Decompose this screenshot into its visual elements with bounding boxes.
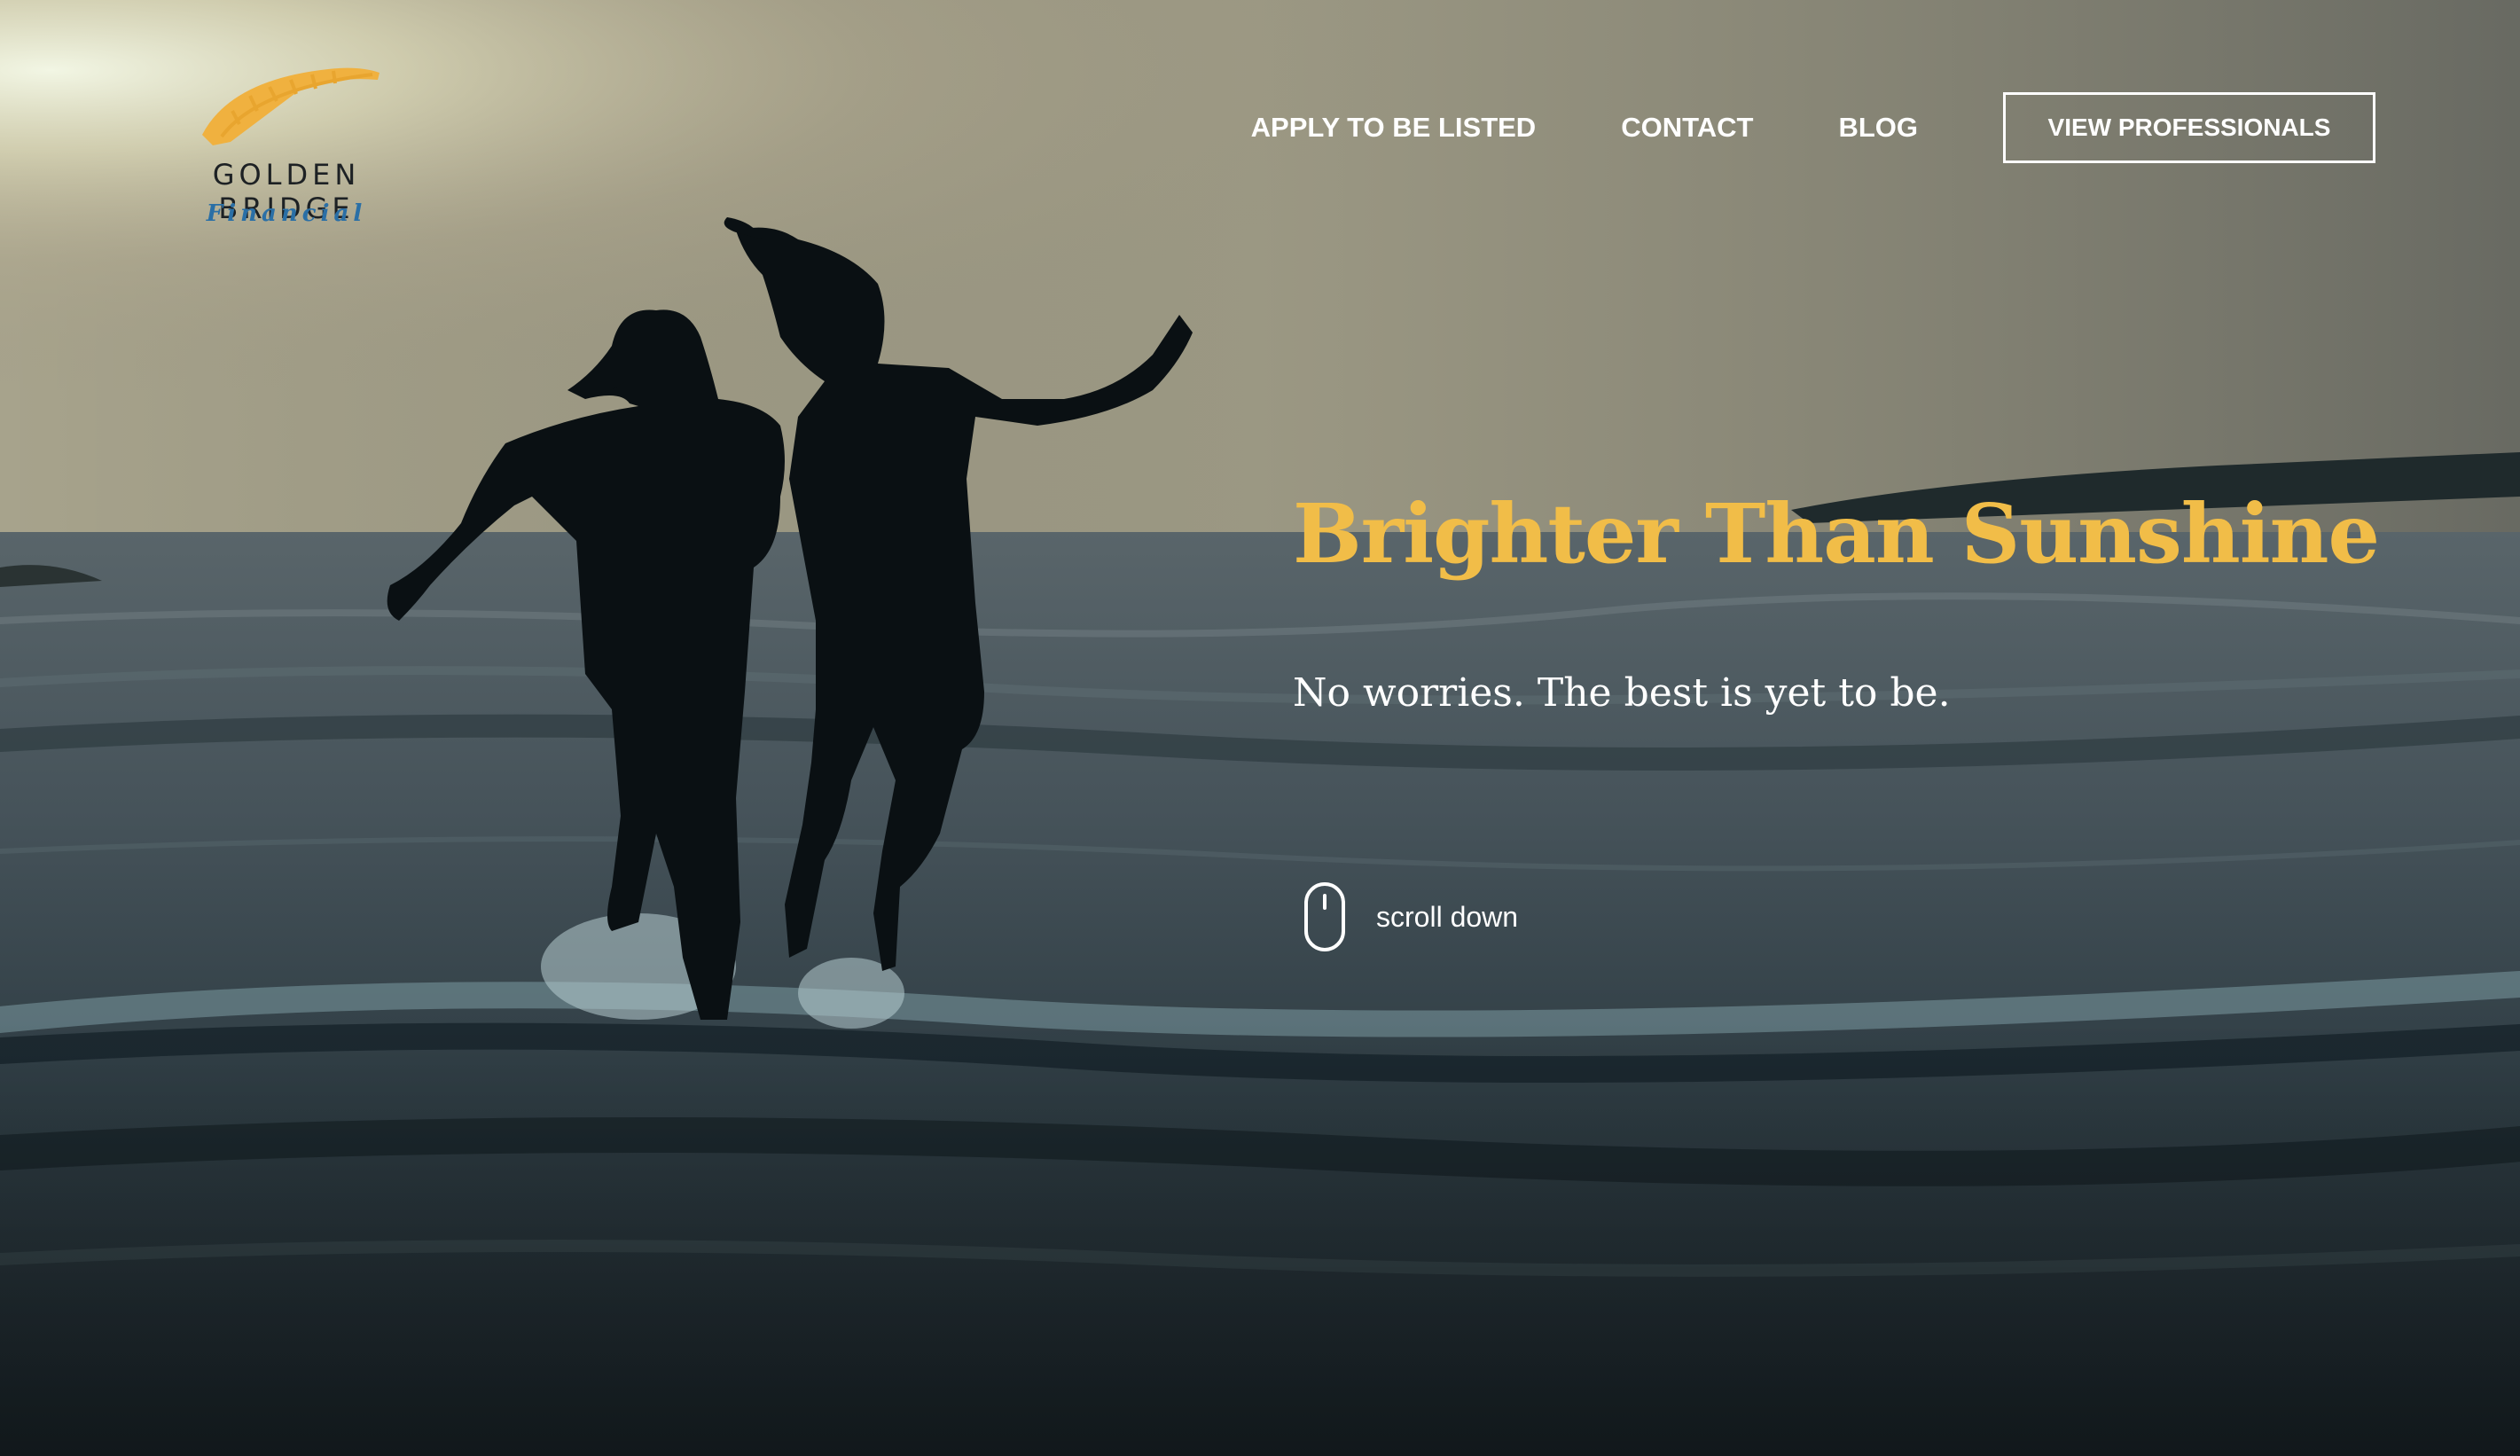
hero-subheadline: No worries. The best is yet to be. [1293,670,1951,716]
brand-tagline: Financial [206,200,367,227]
nav-link-contact[interactable]: CONTACT [1621,112,1753,144]
hero-section: GOLDEN BRIDGE Financial APPLY TO BE LIST… [0,0,2520,1456]
scroll-down-label: scroll down [1376,900,1519,933]
nav-link-blog[interactable]: BLOG [1838,112,1918,144]
scroll-down-link[interactable]: scroll down [1303,881,1518,952]
nav-link-apply[interactable]: APPLY TO BE LISTED [1251,112,1537,144]
mouse-icon [1304,882,1345,951]
bridge-logo-icon [202,67,380,145]
view-professionals-button[interactable]: VIEW PROFESSIONALS [2003,92,2375,163]
brand-logo[interactable]: GOLDEN BRIDGE Financial [149,62,424,239]
hero-headline: Brighter Than Sunshine [1293,486,2380,582]
main-navigation: APPLY TO BE LISTED CONTACT BLOG VIEW PRO… [1251,92,2375,163]
